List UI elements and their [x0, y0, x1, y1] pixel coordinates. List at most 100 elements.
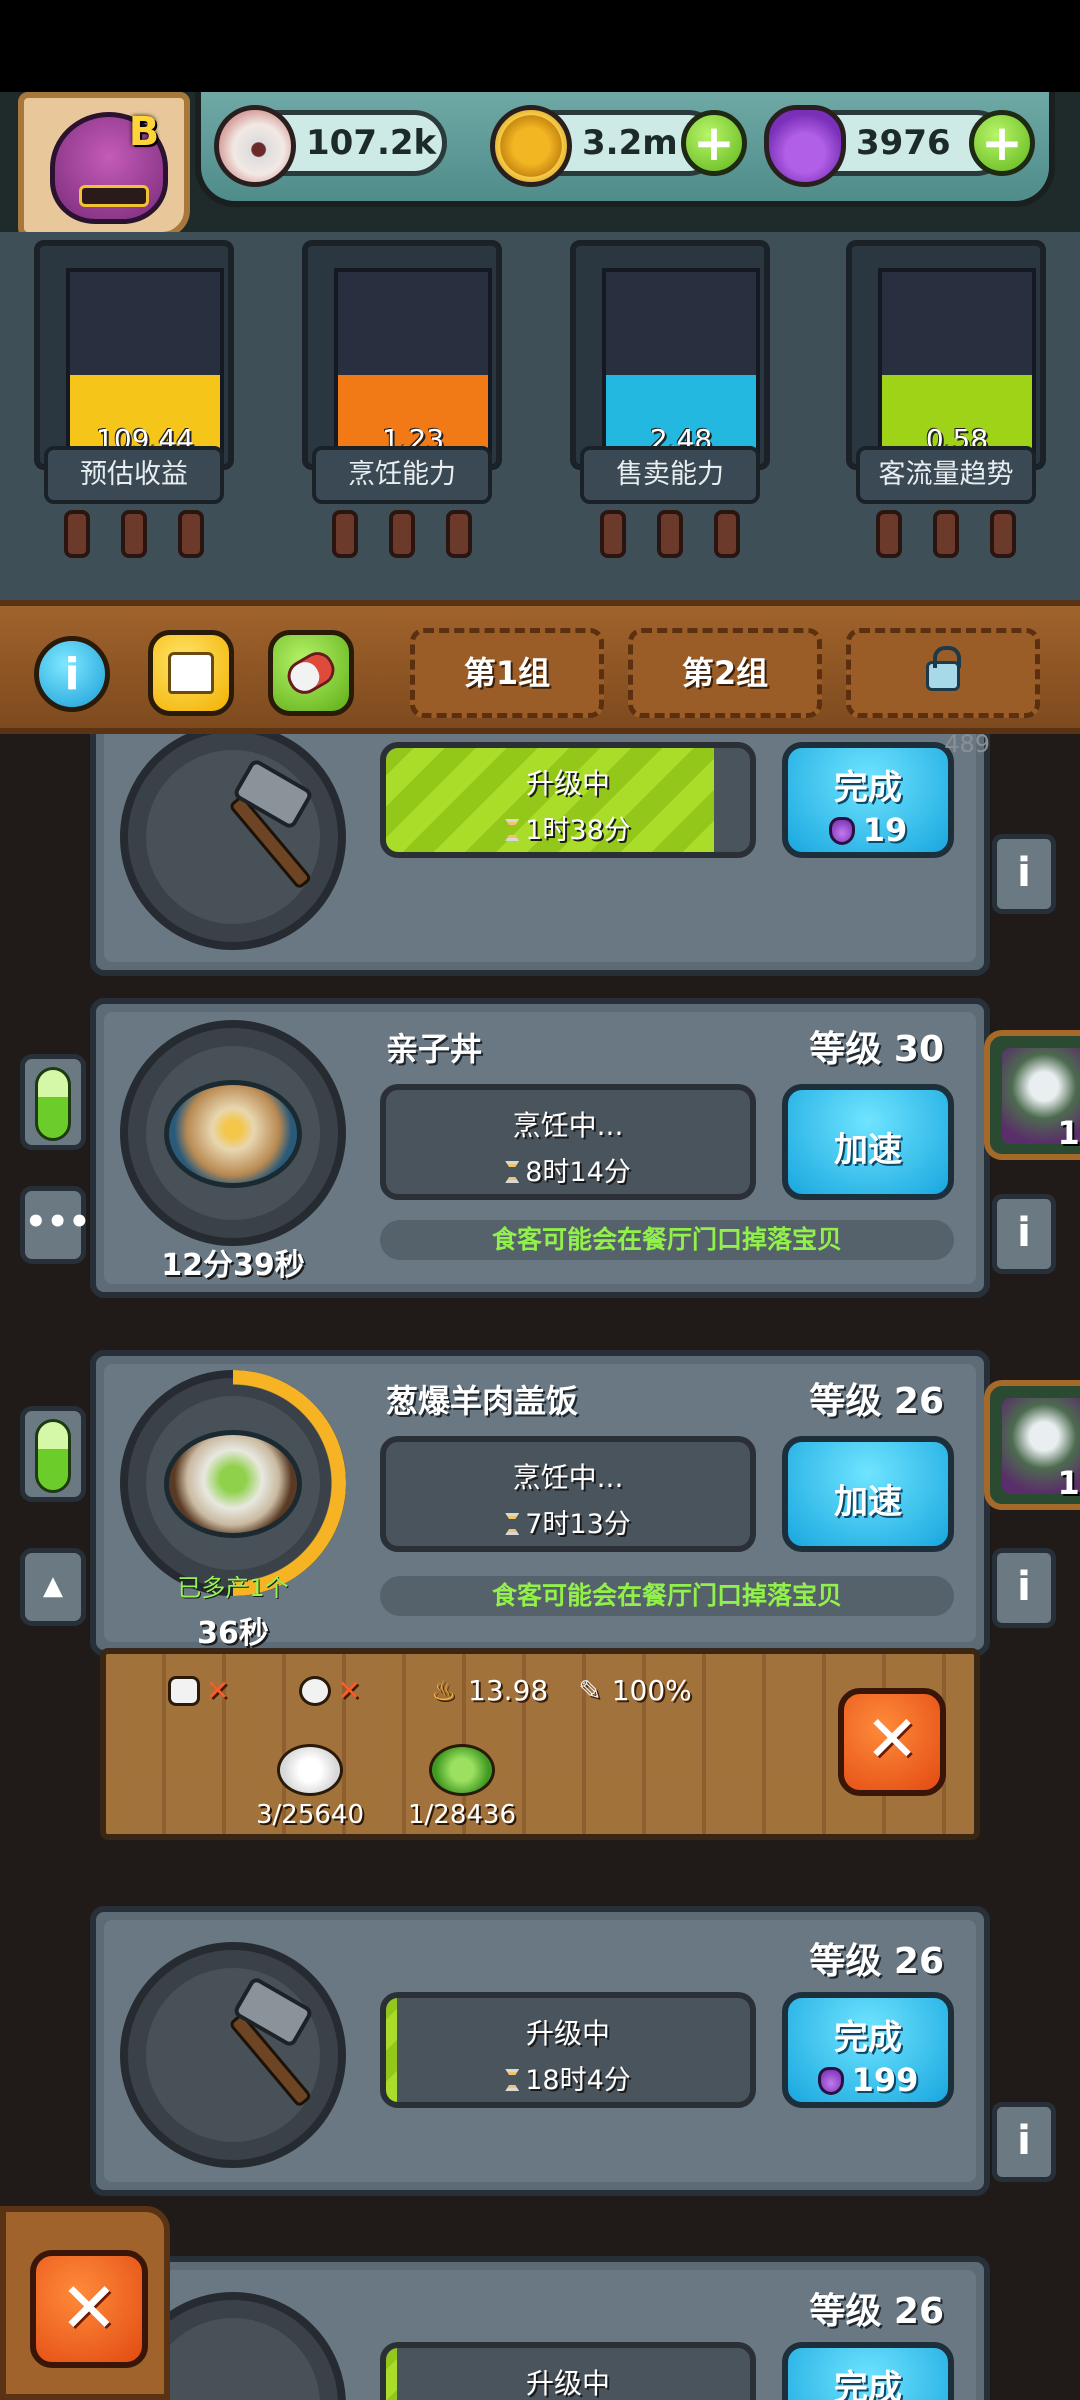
cost-row: 19 — [788, 811, 948, 849]
remaining-time: 18时4分 — [525, 2065, 631, 2096]
station-level: 等级 26 — [809, 1941, 944, 1982]
stat-frame: 109.44 — [34, 240, 234, 470]
faint-number: 489 — [944, 734, 990, 758]
status-text: 烹饪中... — [512, 1461, 624, 1494]
stat-pipes — [64, 510, 204, 558]
ingredient-rice: 3/25640 — [256, 1744, 364, 1830]
status-bar — [0, 0, 1080, 92]
button-label: 完成 — [834, 2368, 902, 2400]
extra-output-note: 已多产1个 — [177, 1574, 289, 1602]
ingredient-card-badge[interactable]: 15 — [984, 1380, 1080, 1510]
card-count: 15 — [1057, 1114, 1080, 1152]
add-potions-button[interactable]: + — [969, 110, 1035, 176]
station-info-button[interactable]: i — [992, 2102, 1056, 2182]
heat-value: 13.98 — [468, 1674, 549, 1707]
resource-frame: 107.2k 3.2m + 3976 + — [195, 92, 1055, 207]
oyakodon-icon — [164, 1080, 302, 1188]
upgrade-status: 升级中 — [380, 2342, 756, 2400]
sushi-icon — [281, 646, 341, 700]
eyeball-value: 107.2k — [306, 123, 437, 163]
stat-pipes — [600, 510, 740, 558]
station-dish-slot[interactable] — [120, 734, 346, 950]
close-details-button[interactable]: ✕ — [838, 1688, 946, 1796]
stat-jar: 2.48 — [602, 268, 760, 464]
station-info-button[interactable]: i — [992, 834, 1056, 914]
station-level: 等级 26 — [809, 2291, 944, 2332]
potion-icon — [828, 817, 855, 845]
cooking-status: 烹饪中... 8时14分 — [380, 1084, 756, 1200]
exit-panel: ✕ — [0, 2206, 170, 2400]
stat-customer-trend: 0.58 客流量趋势 — [836, 240, 1056, 570]
station-dish-slot[interactable] — [120, 1942, 346, 2168]
ingredient-card-badge[interactable]: 15 — [984, 1030, 1080, 1160]
upgrade-status: 升级中 1时38分 — [380, 742, 756, 858]
potion-cost: 199 — [851, 2061, 919, 2099]
auto-cook-toggle[interactable] — [20, 1406, 86, 1502]
recipe-button[interactable] — [268, 630, 354, 716]
tab-group-locked[interactable] — [846, 628, 1040, 718]
shirt-icon — [168, 652, 214, 694]
kitchen-station-list: 升级中 1时38分 完成 19 489 i 12分39秒 亲子丼 等级 30 烹… — [0, 734, 1080, 2400]
staff-missing-mark: ✕ — [206, 1674, 230, 1707]
cook-time: 12分39秒 — [161, 1248, 305, 1283]
station-details-drawer: ✕ ✕ ♨ 13.98 ✎ 100% 3/25640 1/28436 ✕ — [100, 1648, 980, 1840]
production-progress-ring — [120, 1370, 346, 1596]
tab-group-2[interactable]: 第2组 — [628, 628, 822, 718]
drop-note: 食客可能会在餐厅门口掉落宝贝 — [380, 1220, 954, 1260]
group-tab-bar: i 第1组 第2组 — [0, 600, 1080, 734]
stat-label: 客流量趋势 — [856, 446, 1036, 504]
potion-value: 3976 — [856, 123, 951, 163]
button-label: 完成 — [834, 768, 902, 808]
rice-icon — [277, 1744, 343, 1796]
station-upgrading-3: 等级 26 升级中 完成 — [90, 2256, 990, 2400]
stat-estimated-income: 109.44 预估收益 — [24, 240, 244, 570]
outfit-button[interactable] — [148, 630, 234, 716]
station-info-button[interactable]: i — [992, 1548, 1056, 1628]
station-dish-slot[interactable] — [120, 1370, 346, 1596]
ingredient-amount: 1/28436 — [408, 1800, 517, 1830]
stat-pipes — [332, 510, 472, 558]
upgrade-status: 升级中 18时4分 — [380, 1992, 756, 2108]
drop-note: 食客可能会在餐厅门口掉落宝贝 — [380, 1576, 954, 1616]
finish-upgrade-button[interactable]: 完成 — [782, 2342, 954, 2400]
player-avatar[interactable]: B — [18, 92, 190, 238]
add-coins-button[interactable]: + — [681, 110, 747, 176]
lettuce-icon — [429, 1744, 495, 1796]
monster-avatar-icon: B — [50, 109, 168, 224]
close-button[interactable]: ✕ — [30, 2250, 148, 2368]
rank-badge: B — [128, 109, 160, 155]
auto-cook-toggle[interactable] — [20, 1054, 86, 1150]
status-text: 升级中 — [525, 767, 610, 800]
toggle-icon — [35, 1067, 71, 1141]
speed-up-button[interactable]: 加速 — [782, 1084, 954, 1200]
toggle-icon — [35, 1419, 71, 1493]
stat-jar: 1.23 — [334, 268, 492, 464]
station-dish-slot[interactable] — [120, 1020, 346, 1246]
stat-pipes — [876, 510, 1016, 558]
stat-jar: 0.58 — [878, 268, 1036, 464]
hammer-icon — [168, 757, 315, 908]
dish-name: 葱爆羊肉盖饭 — [386, 1382, 579, 1420]
lock-icon — [926, 646, 961, 691]
station-upgrading-2: 等级 26 升级中 18时4分 完成 199 i — [90, 1906, 1056, 2196]
speed-up-button[interactable]: 加速 — [782, 1436, 954, 1552]
status-time-row: 18时4分 — [386, 2058, 750, 2097]
cooking-status: 烹饪中... 7时13分 — [380, 1436, 756, 1552]
finish-upgrade-button[interactable]: 完成 19 — [782, 742, 954, 858]
details-stats-row: ✕ ✕ ♨ 13.98 ✎ 100% — [168, 1674, 692, 1707]
station-info-button[interactable]: i — [992, 1194, 1056, 1274]
hourglass-icon — [505, 819, 520, 841]
tab-group-1[interactable]: 第1组 — [410, 628, 604, 718]
finish-upgrade-button[interactable]: 完成 199 — [782, 1992, 954, 2108]
monster-mouth — [79, 185, 149, 207]
hourglass-icon — [505, 1161, 520, 1183]
remaining-time: 1时38分 — [525, 815, 631, 846]
stat-label: 预估收益 — [44, 446, 224, 504]
status-text: 烹饪中... — [512, 1109, 624, 1142]
more-options-button[interactable]: ••• — [20, 1186, 90, 1264]
station-upgrading-1: 升级中 1时38分 完成 19 489 i — [90, 734, 1056, 976]
status-time-row: 8时14分 — [386, 1150, 750, 1189]
collapse-details-button[interactable]: ▲ — [20, 1548, 86, 1626]
info-button[interactable]: i — [34, 636, 110, 712]
ingredient-amount: 3/25640 — [256, 1800, 365, 1830]
